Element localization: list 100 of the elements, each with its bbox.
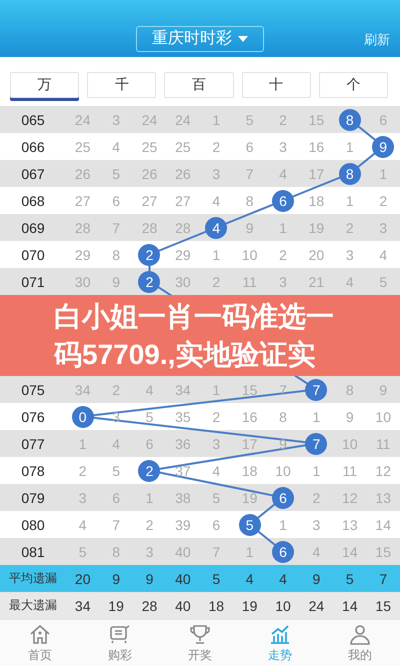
table-cell: 26 — [74, 166, 90, 182]
table-cell: 12 — [375, 462, 391, 478]
digit-tab[interactable]: 十 — [242, 72, 311, 98]
table-cell: 19 — [242, 490, 258, 506]
table-cell: 1 — [379, 166, 388, 182]
number-ball: 2 — [138, 270, 160, 292]
table-cell: 11 — [242, 274, 257, 290]
table-cell: 3 — [279, 274, 287, 290]
table-cell: 7 — [112, 220, 120, 236]
table-cell: 3 — [78, 490, 87, 506]
caret-icon — [238, 36, 248, 42]
digit-tab[interactable]: 百 — [164, 72, 234, 98]
table-cell: 37 — [175, 462, 191, 478]
refresh-link[interactable]: 刷新 — [364, 31, 390, 49]
table-cell: 1 — [312, 462, 320, 478]
table-cell: 5 — [379, 274, 388, 290]
table-cell: 8 — [112, 544, 120, 560]
table-cell: 28 — [74, 220, 90, 236]
stat-value: 24 — [308, 598, 326, 614]
nav-item[interactable]: 开奖 — [160, 620, 240, 666]
table-cell: 6 — [246, 138, 254, 154]
table-cell: 14 — [342, 544, 358, 560]
table-cell: 10 — [375, 408, 391, 424]
nav-item[interactable]: 购彩 — [80, 620, 160, 666]
table-cell: 26 — [175, 166, 191, 182]
table-cell: 4 — [312, 544, 320, 560]
period-cell-text: 077 — [20, 436, 46, 452]
stat-value: 10 — [274, 598, 292, 614]
table-cell: 4 — [112, 138, 120, 154]
table-cell: 8 — [246, 192, 254, 208]
table-cell: 2 — [212, 408, 220, 424]
number-ball: 6 — [272, 190, 294, 212]
table-cell: 5 — [212, 490, 220, 506]
nav-item[interactable]: 我的 — [320, 620, 400, 666]
period-cell-text: 081 — [20, 544, 46, 560]
period-cell-text: 075 — [20, 382, 46, 398]
table-cell: 7 — [212, 544, 220, 560]
table-cell: 34 — [175, 382, 191, 398]
period-cell-text: 079 — [20, 490, 46, 506]
digit-tab[interactable]: 千 — [87, 72, 156, 98]
number-ball: 2 — [138, 244, 160, 266]
digit-tab[interactable]: 万 — [10, 72, 80, 98]
table-cell: 2 — [346, 220, 354, 236]
lottery-dropdown[interactable]: 重庆时时彩 — [136, 26, 264, 52]
number-ball: 8 — [338, 108, 361, 130]
stat-value: 40 — [174, 570, 192, 586]
period-cell-text: 071 — [20, 274, 46, 290]
table-cell: 25 — [175, 138, 191, 154]
table-cell: 29 — [74, 246, 90, 262]
table-cell: 24 — [74, 112, 90, 128]
table-cell: 17 — [242, 436, 258, 452]
table-cell: 3 — [212, 166, 220, 182]
table-cell: 25 — [142, 138, 158, 154]
table-cell: 24 — [175, 112, 191, 128]
table-cell: 28 — [142, 220, 158, 236]
stat-value: 14 — [341, 598, 359, 614]
table-cell: 1 — [279, 516, 287, 532]
table-cell: 1 — [246, 544, 254, 560]
table-cell: 4 — [212, 192, 220, 208]
table-cell: 38 — [175, 490, 191, 506]
table-cell: 1 — [312, 408, 320, 424]
table-cell: 8 — [346, 382, 354, 398]
trophy-icon — [188, 622, 212, 644]
table-cell: 4 — [146, 382, 154, 398]
stat-label: 最大遗漏 — [8, 597, 58, 614]
table-cell: 2 — [112, 382, 120, 398]
period-cell-text: 065 — [20, 112, 46, 128]
table-cell: 2 — [78, 462, 87, 478]
user-icon — [348, 622, 372, 644]
stat-value: 4 — [244, 570, 255, 586]
table-cell: 24 — [142, 112, 158, 128]
table-cell: 18 — [242, 462, 258, 478]
number-ball: 8 — [338, 162, 361, 184]
table-cell: 27 — [74, 192, 90, 208]
number-ball: 7 — [305, 432, 328, 454]
table-cell: 5 — [78, 544, 87, 560]
table-cell: 18 — [308, 192, 324, 208]
number-ball: 6 — [272, 486, 294, 508]
table-cell: 30 — [74, 274, 90, 290]
table-cell: 4 — [112, 436, 120, 452]
table-cell: 5 — [112, 462, 120, 478]
digit-tab[interactable]: 个 — [318, 72, 388, 98]
number-ball: 9 — [372, 136, 394, 158]
nav-item[interactable]: 首页 — [0, 620, 80, 666]
table-cell: 2 — [379, 192, 388, 208]
table-cell: 1 — [279, 220, 287, 236]
table-cell: 34 — [74, 382, 90, 398]
table-cell: 25 — [74, 138, 90, 154]
table-cell: 20 — [308, 246, 324, 262]
stat-value: 5 — [211, 570, 222, 586]
table-cell: 4 — [78, 516, 87, 532]
table-cell: 4 — [379, 246, 388, 262]
table-cell: 4 — [279, 166, 287, 182]
stat-value: 7 — [378, 570, 388, 586]
table-cell: 10 — [342, 436, 358, 452]
number-ball: 5 — [238, 514, 261, 536]
stat-value: 9 — [312, 570, 322, 586]
stat-value: 4 — [278, 570, 288, 586]
nav-item[interactable]: 走势 — [240, 620, 320, 666]
home-icon — [28, 622, 52, 644]
